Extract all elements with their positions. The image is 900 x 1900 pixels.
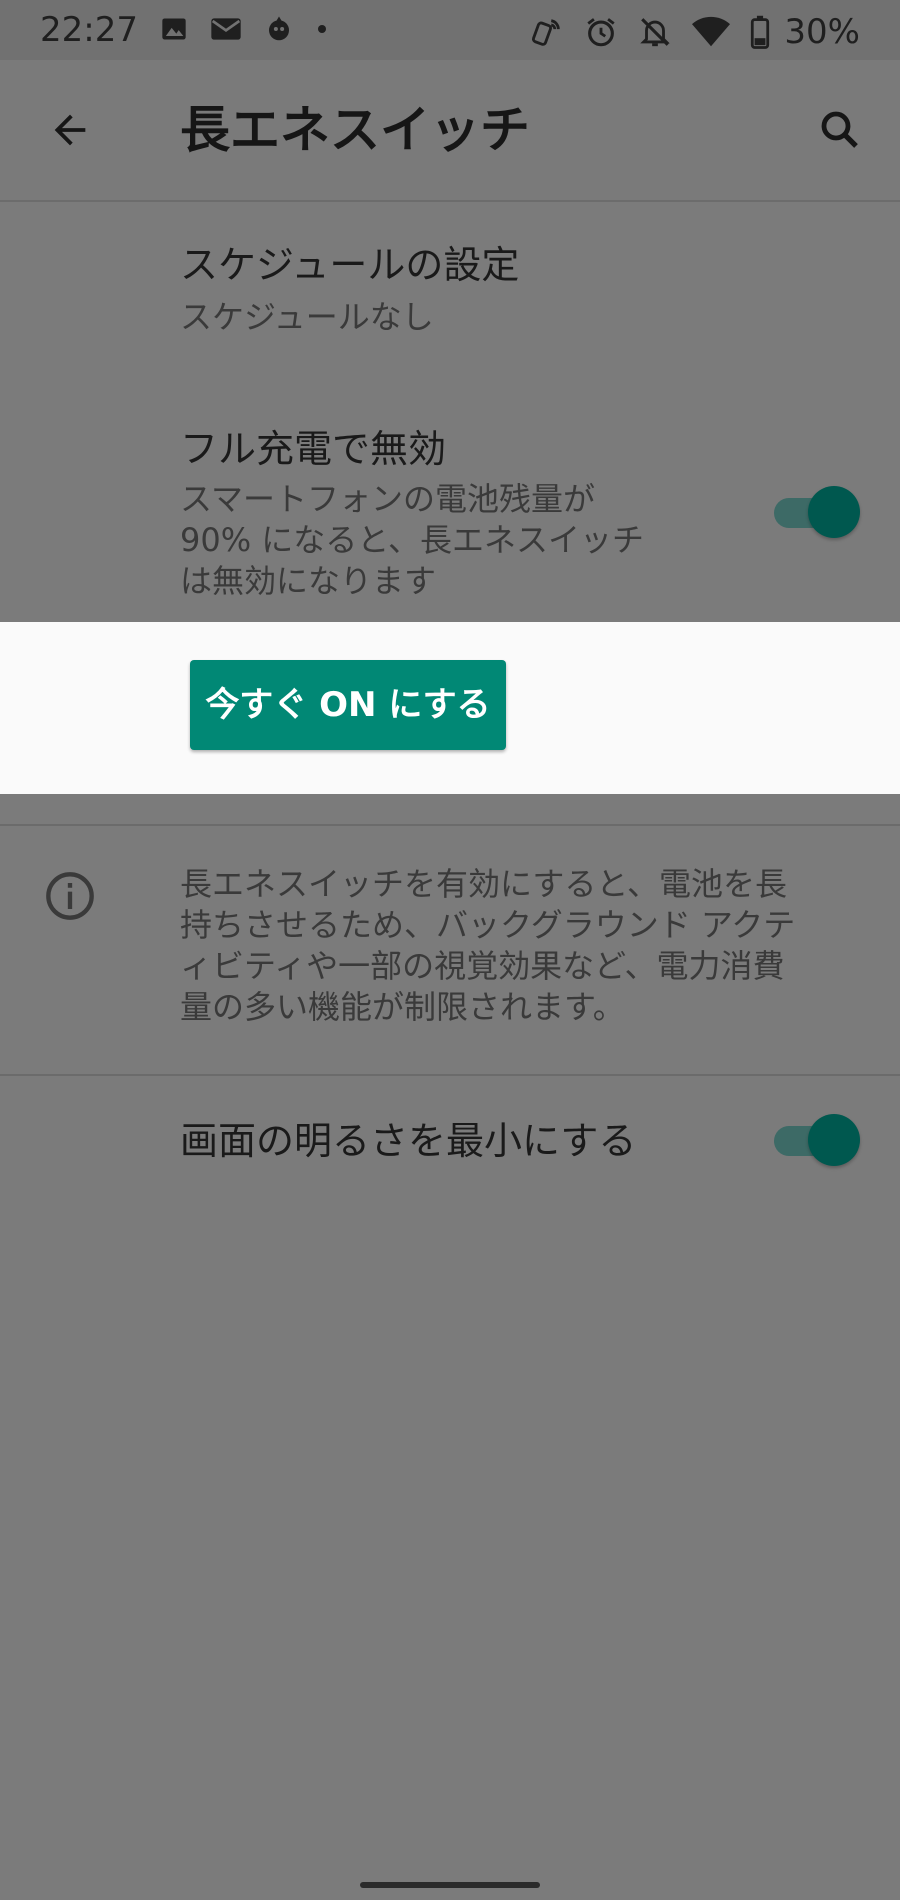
turn-on-now-button[interactable]: 今すぐ ON にする xyxy=(190,660,506,750)
full-charge-subtitle-line-1: スマートフォンの電池残量が xyxy=(180,480,596,518)
toggle-thumb xyxy=(808,486,860,538)
info-line-4: 量の多い機能が制限されます。 xyxy=(180,988,625,1026)
info-icon xyxy=(46,872,94,920)
info-line-2: 持ちさせるため、バックグラウンド アクテ xyxy=(180,906,796,944)
wifi-icon xyxy=(692,16,731,47)
full-charge-subtitle-line-3: は無効になります xyxy=(180,562,437,600)
status-icons-left xyxy=(160,14,328,44)
divider-top xyxy=(0,824,900,826)
battery-icon xyxy=(751,15,770,49)
full-charge-subtitle-line-2: 90% になると、長エネスイッチ xyxy=(180,521,645,559)
min-brightness-toggle[interactable] xyxy=(770,1112,860,1168)
divider-bottom xyxy=(0,1074,900,1076)
info-line-3: ィビティや一部の視覚効果など、電力消費 xyxy=(180,947,785,985)
full-charge-title: フル充電で無効 xyxy=(180,427,447,471)
search-icon xyxy=(821,111,858,148)
info-text: 長エネスイッチを有効にすると、電池を長 持ちさせるため、バックグラウンド アクテ… xyxy=(180,864,860,1028)
status-icons-right: 30% xyxy=(530,12,860,52)
mute-icon xyxy=(640,18,671,47)
back-arrow-icon xyxy=(54,114,86,146)
full-charge-toggle[interactable] xyxy=(770,484,860,540)
dot-icon xyxy=(318,25,326,33)
toggle-thumb xyxy=(808,1114,860,1166)
turn-on-highlight: 今すぐ ON にする xyxy=(0,622,900,794)
app-bar: 長エネスイッチ xyxy=(0,60,900,202)
min-brightness-title: 画面の明るさを最小にする xyxy=(180,1119,637,1163)
gesture-navigation-bar[interactable] xyxy=(360,1882,540,1888)
mail-icon xyxy=(211,18,241,40)
schedule-subtitle: スケジュールなし xyxy=(180,298,434,336)
info-line-1: 長エネスイッチを有効にすると、電池を長 xyxy=(180,865,788,903)
image-icon xyxy=(162,18,186,40)
page-title: 長エネスイッチ xyxy=(180,101,530,159)
back-button[interactable] xyxy=(40,100,100,160)
battery-percentage: 30% xyxy=(784,12,860,52)
search-button[interactable] xyxy=(810,100,870,160)
status-time: 22:27 xyxy=(40,10,138,50)
status-bar: 22:27 30% xyxy=(0,0,900,60)
nfc-icon xyxy=(532,19,561,46)
schedule-title: スケジュールの設定 xyxy=(180,243,520,287)
alarm-icon xyxy=(587,18,616,47)
app-notification-icon xyxy=(269,16,289,41)
